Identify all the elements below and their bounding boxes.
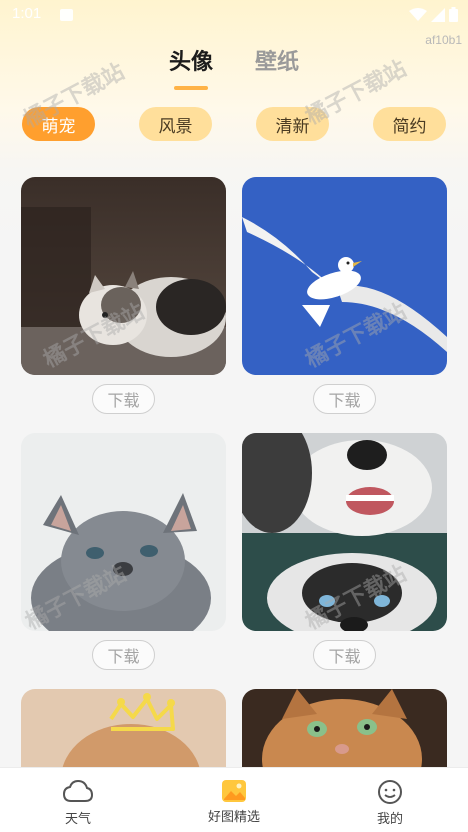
chip-cute-pets[interactable]: 萌宠 xyxy=(22,107,95,141)
nav-weather-label: 天气 xyxy=(64,812,91,827)
download-button[interactable]: 下载 xyxy=(92,640,155,670)
tab-avatar[interactable]: 头像 xyxy=(169,44,213,90)
wifi-icon xyxy=(409,7,427,21)
signal-icon xyxy=(431,7,445,22)
image-card: 下载 xyxy=(21,433,226,670)
category-chips: 萌宠 风景 清新 简约 xyxy=(22,107,446,141)
chip-scenery[interactable]: 风景 xyxy=(139,107,212,141)
nav-weather[interactable]: 天气 xyxy=(0,768,156,832)
nav-featured-label: 好图精选 xyxy=(207,810,260,825)
smiley-icon xyxy=(378,780,402,804)
chip-simple[interactable]: 简约 xyxy=(373,107,446,141)
crown-cat-photo-thumbnail[interactable] xyxy=(21,689,226,769)
battery-icon xyxy=(449,7,458,22)
picture-icon xyxy=(222,780,246,802)
nav-mine-label: 我的 xyxy=(376,812,403,827)
kitten-photo-thumbnail[interactable] xyxy=(21,433,226,631)
nav-featured[interactable]: 好图精选 xyxy=(156,768,312,832)
image-card: 下载 xyxy=(242,177,447,414)
download-button[interactable]: 下载 xyxy=(313,640,376,670)
image-card xyxy=(242,689,447,769)
download-button[interactable]: 下载 xyxy=(313,384,376,414)
husky-photo-thumbnail[interactable] xyxy=(242,433,447,631)
tab-wallpaper[interactable]: 壁纸 xyxy=(255,44,299,90)
cat-photo-thumbnail[interactable] xyxy=(21,177,226,375)
nav-mine[interactable]: 我的 xyxy=(312,768,468,832)
status-time: 1:01 xyxy=(12,5,42,22)
orange-cat-photo-thumbnail[interactable] xyxy=(242,689,447,769)
bottom-nav: 天气 好图精选 我的 xyxy=(0,767,468,832)
status-icons xyxy=(409,7,458,22)
chip-fresh[interactable]: 清新 xyxy=(256,107,329,141)
image-card: 下载 xyxy=(242,433,447,670)
top-tabs: 头像 壁纸 xyxy=(0,44,468,90)
status-bar: 1:01 xyxy=(0,0,468,30)
seagull-photo-thumbnail[interactable] xyxy=(242,177,447,375)
image-card xyxy=(21,689,226,769)
download-button[interactable]: 下载 xyxy=(92,384,155,414)
notification-icon xyxy=(60,9,73,21)
image-card: 下载 xyxy=(21,177,226,414)
cloud-icon xyxy=(63,779,93,802)
